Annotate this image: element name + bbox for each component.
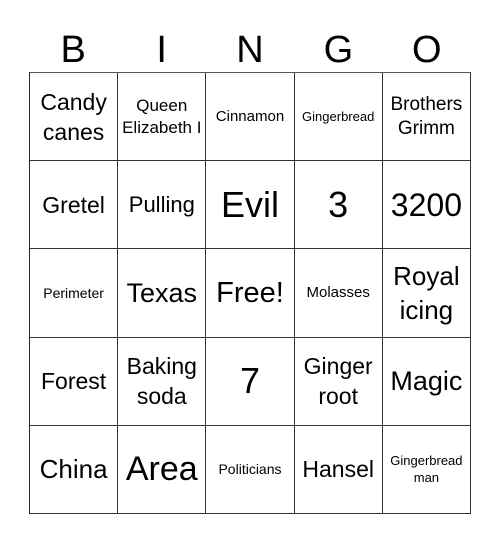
cell-text: Hansel xyxy=(302,456,374,483)
bingo-cell[interactable]: Pulling xyxy=(118,161,207,250)
bingo-cell[interactable]: Perimeter xyxy=(30,249,119,338)
cell-text: Free! xyxy=(216,276,284,309)
bingo-cell[interactable]: Area xyxy=(118,425,207,514)
bingo-cell[interactable]: Gretel xyxy=(30,161,119,250)
bingo-cell[interactable]: Ginger root xyxy=(294,337,383,426)
bingo-cell[interactable]: Texas xyxy=(118,249,207,338)
cell-text: 3200 xyxy=(390,186,462,223)
cell-text: Magic xyxy=(390,366,463,397)
cell-text: Royal icing xyxy=(393,260,460,325)
bingo-cell[interactable]: Royal icing xyxy=(382,249,471,338)
header-letter-g: G xyxy=(323,29,354,71)
bingo-cell[interactable]: Queen Elizabeth I xyxy=(118,73,207,162)
cell-text: Gingerbread man xyxy=(390,453,463,486)
cell-text: Candy canes xyxy=(40,88,107,145)
bingo-cell[interactable]: Forest xyxy=(30,337,119,426)
bingo-cell[interactable]: 3 xyxy=(294,161,383,250)
cell-text: China xyxy=(39,454,108,485)
cell-text: Area xyxy=(125,450,198,489)
bingo-cell[interactable]: Gingerbread man xyxy=(382,425,471,514)
header-letter-o: O xyxy=(412,29,442,71)
header-letter-n: N xyxy=(236,29,264,71)
cell-text: Cinnamon xyxy=(215,107,285,125)
cell-text: Baking soda xyxy=(126,353,197,410)
cell-text: Politicians xyxy=(218,461,282,478)
cell-text: 7 xyxy=(239,360,260,402)
cell-text: Molasses xyxy=(306,283,370,301)
bingo-cell[interactable]: Baking soda xyxy=(118,337,207,426)
bingo-cell[interactable]: China xyxy=(30,425,119,514)
bingo-cell[interactable]: Molasses xyxy=(294,249,383,338)
bingo-cell[interactable]: Candy canes xyxy=(30,73,119,162)
cell-text: Brothers Grimm xyxy=(390,93,463,139)
bingo-cell[interactable]: Brothers Grimm xyxy=(382,73,471,162)
cell-text: 3 xyxy=(328,183,349,225)
bingo-cell[interactable]: 3200 xyxy=(382,161,471,250)
bingo-cell[interactable]: Evil xyxy=(206,161,295,250)
bingo-cell[interactable]: Hansel xyxy=(294,425,383,514)
cell-text: Forest xyxy=(41,368,107,395)
cell-text: Gingerbread xyxy=(302,108,375,124)
cell-text: Pulling xyxy=(128,191,195,217)
bingo-cell[interactable]: Magic xyxy=(382,337,471,426)
bingo-header: B I N G O xyxy=(29,28,471,72)
cell-text: Texas xyxy=(126,277,198,308)
bingo-cell[interactable]: Gingerbread xyxy=(294,73,383,162)
cell-text: Perimeter xyxy=(43,284,104,301)
header-letter-i: I xyxy=(156,29,167,71)
bingo-board: Candy canes Queen Elizabeth I Cinnamon G… xyxy=(29,72,471,514)
bingo-cell[interactable]: 7 xyxy=(206,337,295,426)
bingo-cell[interactable]: Cinnamon xyxy=(206,73,295,162)
cell-text: Queen Elizabeth I xyxy=(122,95,202,137)
cell-text: Gretel xyxy=(42,191,105,218)
bingo-cell[interactable]: Politicians xyxy=(206,425,295,514)
cell-text: Ginger root xyxy=(303,353,373,410)
cell-text: Evil xyxy=(220,183,279,225)
header-letter-b: B xyxy=(60,29,86,71)
free-space[interactable]: Free! xyxy=(206,249,295,338)
